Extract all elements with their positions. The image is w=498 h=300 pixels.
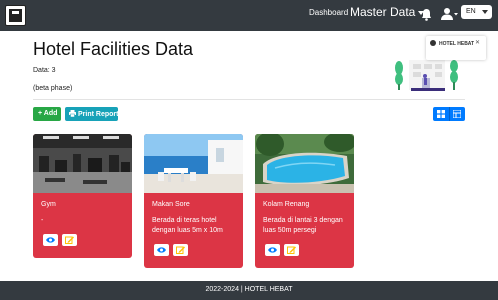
footer: 2022-2024 | HOTEL HEBAT bbox=[0, 281, 498, 300]
card-description: Berada di teras hotel dengan luas 5m x 1… bbox=[152, 217, 223, 234]
edit-button[interactable] bbox=[284, 244, 299, 256]
popup-label: HOTEL HEBAT bbox=[439, 41, 475, 47]
user-settings-icon[interactable] bbox=[441, 7, 459, 21]
chevron-down-icon bbox=[482, 10, 488, 14]
view-toggle bbox=[433, 107, 465, 121]
print-report-button[interactable]: Print Report bbox=[65, 107, 118, 121]
eye-icon bbox=[46, 237, 55, 243]
view-button[interactable] bbox=[154, 244, 169, 256]
view-button[interactable] bbox=[265, 244, 280, 256]
toggle-separator bbox=[449, 107, 450, 121]
edit-icon bbox=[287, 246, 296, 254]
hotel-icon bbox=[430, 40, 436, 46]
card-description: - bbox=[41, 217, 44, 224]
pool-photo bbox=[255, 134, 354, 193]
beta-note: (beta phase) bbox=[33, 85, 73, 92]
eye-icon bbox=[268, 247, 277, 253]
header-divider bbox=[33, 99, 465, 100]
facility-card: Kolam Renang Berada di lantai 3 dengan l… bbox=[255, 134, 354, 268]
card-title: Makan Sore bbox=[152, 201, 190, 208]
terrace-photo bbox=[144, 134, 243, 193]
top-navbar: Dashboard Master Data EN bbox=[0, 0, 498, 31]
facility-card: Makan Sore Berada di teras hotel dengan … bbox=[144, 134, 243, 268]
nav-dashboard-link[interactable]: Dashboard bbox=[309, 8, 348, 17]
printer-icon bbox=[69, 110, 76, 118]
grid-view-icon[interactable] bbox=[437, 110, 445, 118]
card-title: Kolam Renang bbox=[263, 201, 310, 208]
language-select[interactable]: EN bbox=[461, 5, 492, 19]
close-icon[interactable]: ✕ bbox=[475, 39, 480, 46]
edit-button[interactable] bbox=[62, 234, 77, 246]
card-description: Berada di lantai 3 dengan luas 50m perse… bbox=[263, 217, 343, 234]
language-value: EN bbox=[466, 8, 476, 15]
edit-button[interactable] bbox=[173, 244, 188, 256]
nav-master-data-dropdown[interactable]: Master Data bbox=[350, 5, 425, 19]
data-count: Data: 3 bbox=[33, 67, 56, 74]
bell-icon[interactable] bbox=[421, 8, 432, 21]
eye-icon bbox=[157, 247, 166, 253]
page-title: Hotel Facilities Data bbox=[33, 39, 194, 59]
view-button[interactable] bbox=[43, 234, 58, 246]
nav-master-data-label: Master Data bbox=[350, 5, 416, 19]
hotel-popup: HOTEL HEBAT ✕ bbox=[426, 36, 486, 60]
hotel-logo[interactable] bbox=[5, 5, 26, 26]
table-view-icon[interactable] bbox=[453, 110, 461, 118]
edit-icon bbox=[65, 236, 74, 244]
facility-card: Gym - bbox=[33, 134, 132, 258]
add-button[interactable]: + Add bbox=[33, 107, 61, 121]
edit-icon bbox=[176, 246, 185, 254]
card-title: Gym bbox=[41, 201, 56, 208]
print-report-label: Print Report bbox=[78, 111, 119, 118]
gym-photo bbox=[33, 134, 132, 193]
